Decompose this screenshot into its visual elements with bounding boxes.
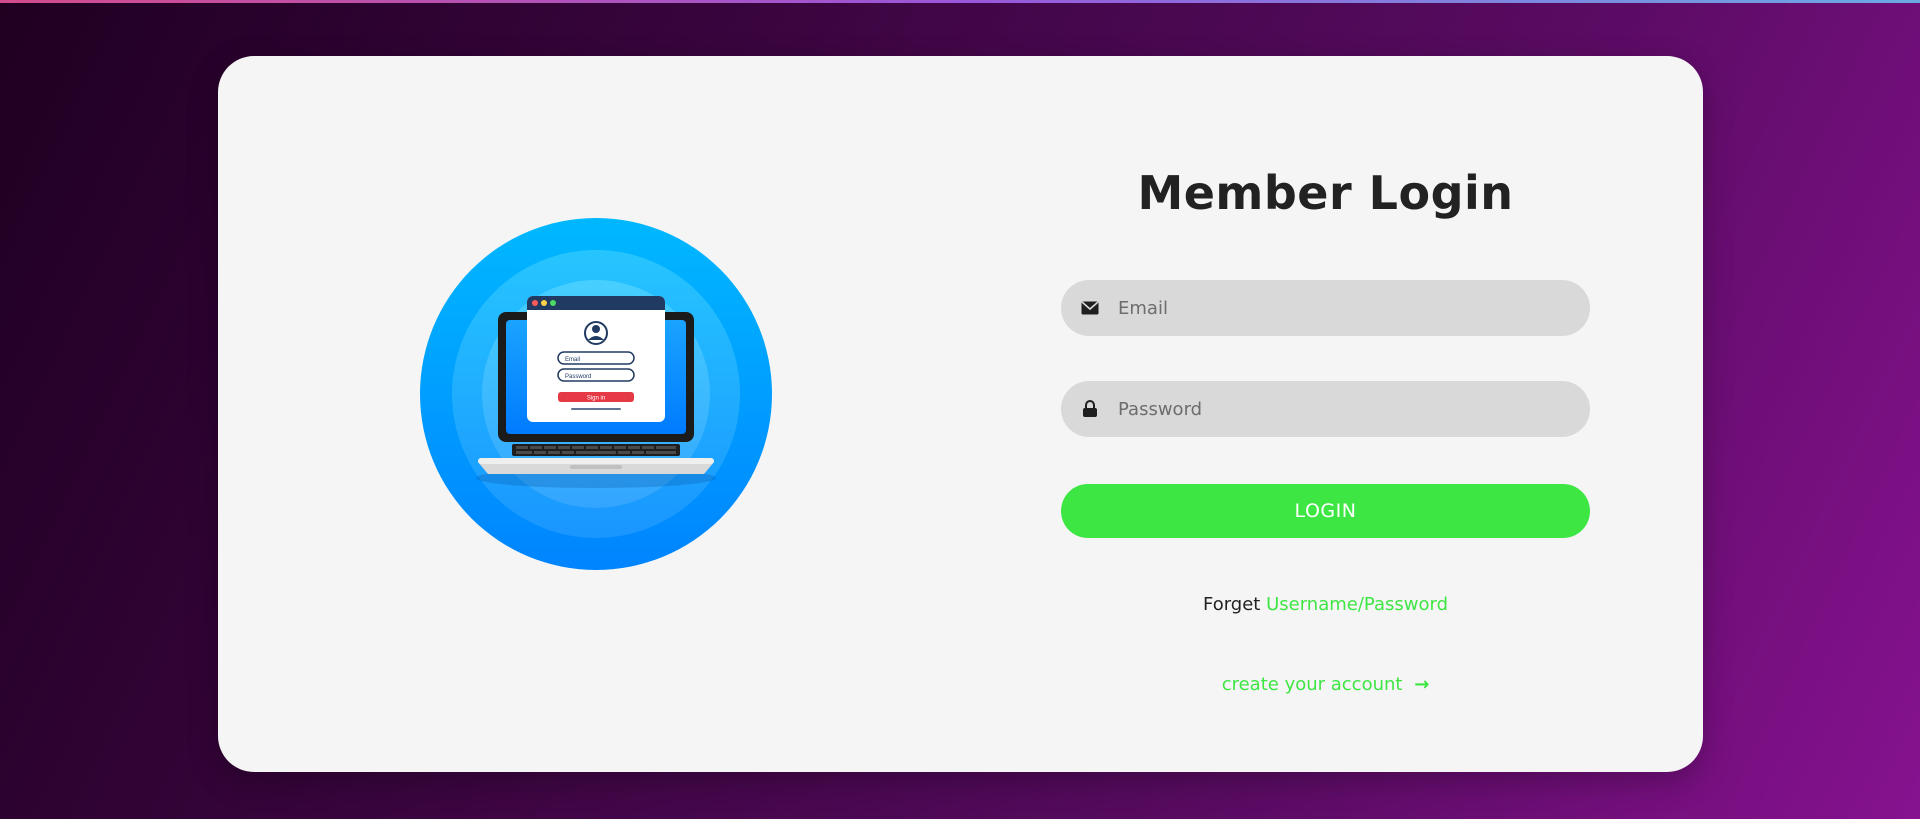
email-input[interactable]: [1116, 296, 1560, 320]
forgot-password: Forget Username/Password: [1061, 594, 1590, 615]
password-field[interactable]: [1061, 381, 1590, 437]
lock-icon: [1078, 397, 1102, 421]
illustration-password-label: Password: [565, 374, 591, 380]
create-account-label: create your account: [1221, 674, 1403, 695]
create-account-link[interactable]: create your account →: [1222, 674, 1430, 695]
laptop-login-illustration: Email Password Sign in: [420, 218, 772, 570]
password-input[interactable]: [1116, 397, 1560, 421]
email-field[interactable]: [1061, 280, 1590, 336]
top-accent-line: [0, 0, 1920, 3]
envelope-icon: [1078, 296, 1102, 320]
login-button[interactable]: LOGIN: [1061, 484, 1590, 538]
page-title: Member Login: [1137, 166, 1514, 220]
arrow-right-icon: →: [1414, 674, 1430, 695]
forgot-password-link[interactable]: Username/Password: [1266, 594, 1448, 615]
illustration-email-label: Email: [565, 357, 580, 363]
forgot-prefix-text: Forget: [1202, 594, 1261, 615]
login-form: Member Login LOGIN Forget Usernam: [1061, 56, 1590, 772]
illustration-signin-label: Sign in: [587, 396, 605, 402]
login-card: Email Password Sign in Member Login Emai…: [218, 56, 1703, 772]
create-account: create your account →: [1061, 674, 1590, 695]
